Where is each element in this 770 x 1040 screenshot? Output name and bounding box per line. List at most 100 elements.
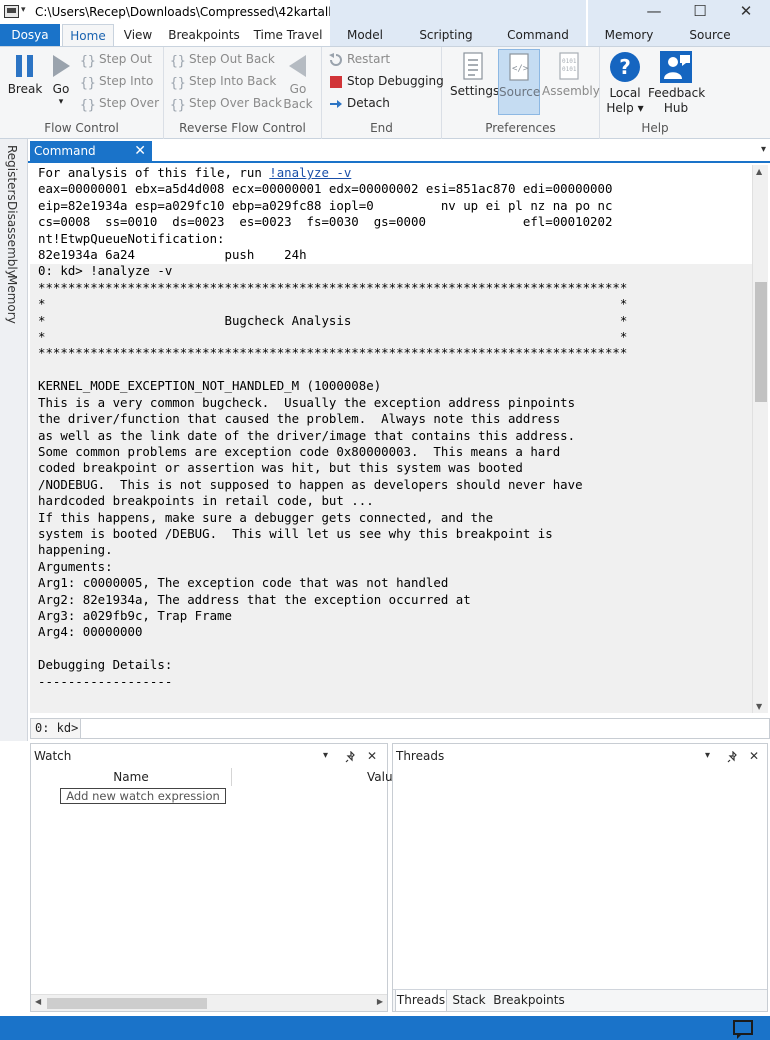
command-tab[interactable]: Command ✕ bbox=[30, 141, 152, 163]
step-over-back-icon: {} bbox=[170, 98, 186, 112]
watch-col-value[interactable]: Valu bbox=[367, 770, 393, 784]
threads-menu-icon[interactable]: ▾ bbox=[705, 744, 710, 768]
scroll-right-icon[interactable]: ▶ bbox=[377, 997, 383, 1006]
register-line: eax=00000001 ebx=a5d4d008 ecx=00000001 e… bbox=[38, 181, 613, 197]
step-into-button[interactable]: {} Step Into bbox=[80, 71, 153, 91]
command-input[interactable] bbox=[83, 720, 763, 737]
command-tab-close-icon[interactable]: ✕ bbox=[134, 141, 146, 162]
tab-memory[interactable]: Memory bbox=[598, 24, 660, 46]
step-into-back-label: Step Into Back bbox=[189, 74, 277, 88]
analyze-link[interactable]: !analyze -v bbox=[269, 165, 351, 180]
command-vertical-scrollbar[interactable]: ▲ ▼ bbox=[752, 165, 768, 713]
tab-breakpoints[interactable]: Breakpoints bbox=[164, 24, 244, 46]
threads-bottom-tabs: Threads Stack Breakpoints bbox=[393, 989, 767, 1012]
tab-view[interactable]: View bbox=[116, 24, 160, 46]
command-tab-label: Command bbox=[34, 144, 96, 158]
step-out-button[interactable]: {} Step Out bbox=[80, 49, 152, 69]
source-mode-button[interactable]: </> Source bbox=[498, 49, 540, 115]
watch-close-icon[interactable]: ✕ bbox=[367, 744, 377, 768]
add-watch-expression-input[interactable]: Add new watch expression bbox=[60, 788, 226, 804]
step-out-label: Step Out bbox=[99, 52, 152, 66]
break-button[interactable]: Break bbox=[6, 53, 44, 97]
group-preferences: Settings </> Source 0101 0101 Assembly P… bbox=[442, 47, 600, 139]
command-output[interactable]: For analysis of this file, run !analyze … bbox=[30, 165, 752, 713]
output-line: ------------------ bbox=[38, 673, 173, 689]
output-line: ****************************************… bbox=[38, 345, 628, 361]
watch-col-separator[interactable] bbox=[231, 768, 232, 786]
watch-col-name[interactable]: Name bbox=[31, 770, 231, 784]
side-tab-registers[interactable]: Registers bbox=[5, 145, 19, 201]
feedback-hub-icon bbox=[660, 51, 692, 83]
restart-label: Restart bbox=[347, 52, 391, 66]
scroll-down-icon[interactable]: ▼ bbox=[756, 702, 762, 711]
scroll-up-icon[interactable]: ▲ bbox=[756, 167, 762, 176]
step-into-icon: {} bbox=[80, 76, 96, 90]
threads-close-icon[interactable]: ✕ bbox=[749, 744, 759, 768]
assembly-mode-button[interactable]: 0101 0101 Assembly bbox=[542, 51, 600, 99]
tab-model[interactable]: Model bbox=[334, 24, 396, 46]
side-tab-memory[interactable]: Memory bbox=[5, 275, 19, 324]
go-button[interactable]: Go ▾ bbox=[46, 53, 76, 107]
settings-icon bbox=[463, 52, 483, 80]
svg-text:?: ? bbox=[619, 55, 631, 79]
maximize-button[interactable]: ☐ bbox=[677, 0, 723, 24]
side-tab-disassembly[interactable]: Disassembly bbox=[5, 201, 19, 277]
step-over-back-button[interactable]: {} Step Over Back bbox=[170, 93, 282, 113]
local-help-button[interactable]: ? Local Help ▾ bbox=[602, 51, 648, 116]
quick-access-dropdown-icon[interactable]: ▾ bbox=[21, 5, 26, 15]
tab-breakpoints-pane[interactable]: Breakpoints bbox=[493, 990, 565, 1012]
tab-time-travel[interactable]: Time Travel bbox=[248, 24, 328, 46]
command-window-menu-icon[interactable]: ▾ bbox=[761, 144, 766, 155]
end-group-label: End bbox=[370, 121, 393, 135]
tab-stack[interactable]: Stack bbox=[449, 990, 489, 1012]
go-dropdown-icon[interactable]: ▾ bbox=[46, 97, 76, 107]
command-prompt: 0: kd> bbox=[31, 719, 81, 738]
settings-button[interactable]: Settings bbox=[450, 51, 499, 99]
go-label: Go bbox=[52, 82, 70, 96]
register-line: cs=0008 ss=0010 ds=0023 es=0023 fs=0030 … bbox=[38, 214, 613, 230]
minimize-button[interactable]: — bbox=[631, 0, 677, 24]
detach-label: Detach bbox=[347, 96, 390, 110]
app-icon[interactable] bbox=[4, 5, 19, 18]
stop-debugging-button[interactable]: Stop Debugging bbox=[328, 71, 444, 91]
output-line: KERNEL_MODE_EXCEPTION_NOT_HANDLED_M (100… bbox=[38, 378, 382, 394]
detach-icon bbox=[330, 99, 342, 108]
tab-threads[interactable]: Threads bbox=[395, 990, 447, 1012]
watch-pin-icon[interactable] bbox=[345, 744, 357, 768]
feedback-hub-button[interactable]: Feedback Hub bbox=[648, 51, 705, 116]
scroll-thumb[interactable] bbox=[755, 282, 767, 402]
help-icon: ? bbox=[610, 52, 640, 82]
step-into-label: Step Into bbox=[99, 74, 154, 88]
output-line: coded breakpoint or assertion was hit, b… bbox=[38, 460, 523, 476]
svg-text:{}: {} bbox=[80, 98, 96, 112]
tab-scripting[interactable]: Scripting bbox=[410, 24, 482, 46]
threads-pin-icon[interactable] bbox=[727, 744, 739, 768]
tab-command[interactable]: Command bbox=[500, 24, 576, 46]
tab-file[interactable]: Dosya bbox=[0, 24, 60, 46]
output-line: Arguments: bbox=[38, 558, 113, 574]
watch-scroll-thumb[interactable] bbox=[47, 998, 207, 1009]
svg-text:{}: {} bbox=[170, 98, 186, 112]
group-end: Restart Stop Debugging Detach End bbox=[322, 47, 444, 139]
stop-debugging-label: Stop Debugging bbox=[347, 74, 444, 88]
feedback-icon[interactable] bbox=[733, 1020, 753, 1039]
step-out-back-button[interactable]: {} Step Out Back bbox=[170, 49, 275, 69]
restart-button[interactable]: Restart bbox=[328, 49, 390, 69]
detach-button[interactable]: Detach bbox=[328, 93, 390, 113]
ribbon: Break Go ▾ {} Step Out {} Step Into {} Step… bbox=[0, 46, 770, 139]
scroll-left-icon[interactable]: ◀ bbox=[35, 997, 41, 1006]
step-into-back-button[interactable]: {} Step Into Back bbox=[170, 71, 276, 91]
svg-text:{}: {} bbox=[170, 76, 186, 90]
group-help: ? Local Help ▾ Feedback Hub Help bbox=[600, 47, 710, 139]
close-button[interactable]: ✕ bbox=[723, 0, 769, 24]
output-line: Arg3: a029fb9c, Trap Frame bbox=[38, 607, 232, 623]
step-over-button[interactable]: {} Step Over bbox=[80, 93, 159, 113]
go-back-button[interactable]: Go Back bbox=[282, 53, 314, 112]
flow-control-group-label: Flow Control bbox=[44, 121, 119, 135]
tab-source[interactable]: Source bbox=[684, 24, 736, 46]
threads-pane-title: Threads bbox=[396, 749, 445, 763]
watch-horizontal-scrollbar[interactable]: ◀ ▶ bbox=[31, 994, 387, 1011]
watch-menu-icon[interactable]: ▾ bbox=[323, 744, 328, 768]
tab-home[interactable]: Home bbox=[62, 24, 114, 47]
source-code-icon: </> bbox=[509, 53, 529, 81]
